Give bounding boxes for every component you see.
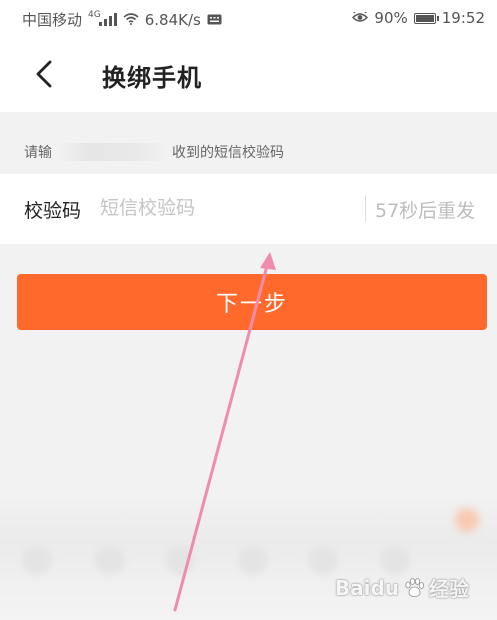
blurred-badge bbox=[455, 508, 479, 532]
hint-prefix: 请输 bbox=[24, 145, 52, 161]
blurred-icon bbox=[380, 545, 410, 575]
masked-phone-number bbox=[54, 143, 170, 161]
status-bar: 中国移动 4G 6.84K/s 90% 19:52 bbox=[0, 0, 497, 38]
carrier-name: 中国移动 bbox=[22, 11, 83, 29]
watermark-suffix: 经验 bbox=[429, 577, 469, 601]
battery-percent: 90% bbox=[374, 9, 408, 27]
network-type: 4G bbox=[88, 10, 101, 20]
back-button[interactable] bbox=[26, 56, 62, 92]
message-icon bbox=[207, 11, 222, 29]
page-title: 换绑手机 bbox=[102, 64, 202, 92]
blurred-icon bbox=[165, 545, 195, 575]
back-arrow-icon bbox=[36, 60, 52, 88]
eye-comfort-icon bbox=[352, 9, 369, 27]
verification-code-label: 校验码 bbox=[24, 200, 82, 222]
title-bar: 换绑手机 bbox=[0, 38, 497, 112]
blurred-icon bbox=[308, 545, 338, 575]
wifi-icon bbox=[123, 11, 139, 29]
signal-icon: 4G bbox=[88, 10, 117, 26]
battery-icon bbox=[413, 12, 439, 24]
network-speed: 6.84K/s bbox=[144, 10, 201, 29]
watermark: Baidu 经验 bbox=[335, 573, 469, 602]
divider bbox=[365, 196, 366, 222]
next-step-button[interactable]: 下一步 bbox=[17, 274, 487, 330]
hint-text: 请输 收到的短信校验码 bbox=[24, 142, 284, 162]
verification-code-row: 校验码 57秒后重发 bbox=[0, 174, 497, 244]
status-left: 中国移动 4G 6.84K/s bbox=[22, 9, 222, 30]
paw-icon bbox=[405, 577, 425, 597]
resend-countdown: 57秒后重发 bbox=[375, 200, 476, 222]
status-right: 90% 19:52 bbox=[352, 9, 485, 27]
verification-code-input[interactable] bbox=[100, 192, 350, 224]
blurred-icon bbox=[238, 545, 268, 575]
blurred-icon bbox=[22, 545, 52, 575]
watermark-brand: Baidu bbox=[334, 575, 399, 600]
clock: 19:52 bbox=[441, 9, 485, 27]
blurred-icon bbox=[95, 545, 125, 575]
hint-area: 请输 收到的短信校验码 bbox=[0, 112, 497, 174]
hint-suffix: 收到的短信校验码 bbox=[172, 145, 284, 161]
